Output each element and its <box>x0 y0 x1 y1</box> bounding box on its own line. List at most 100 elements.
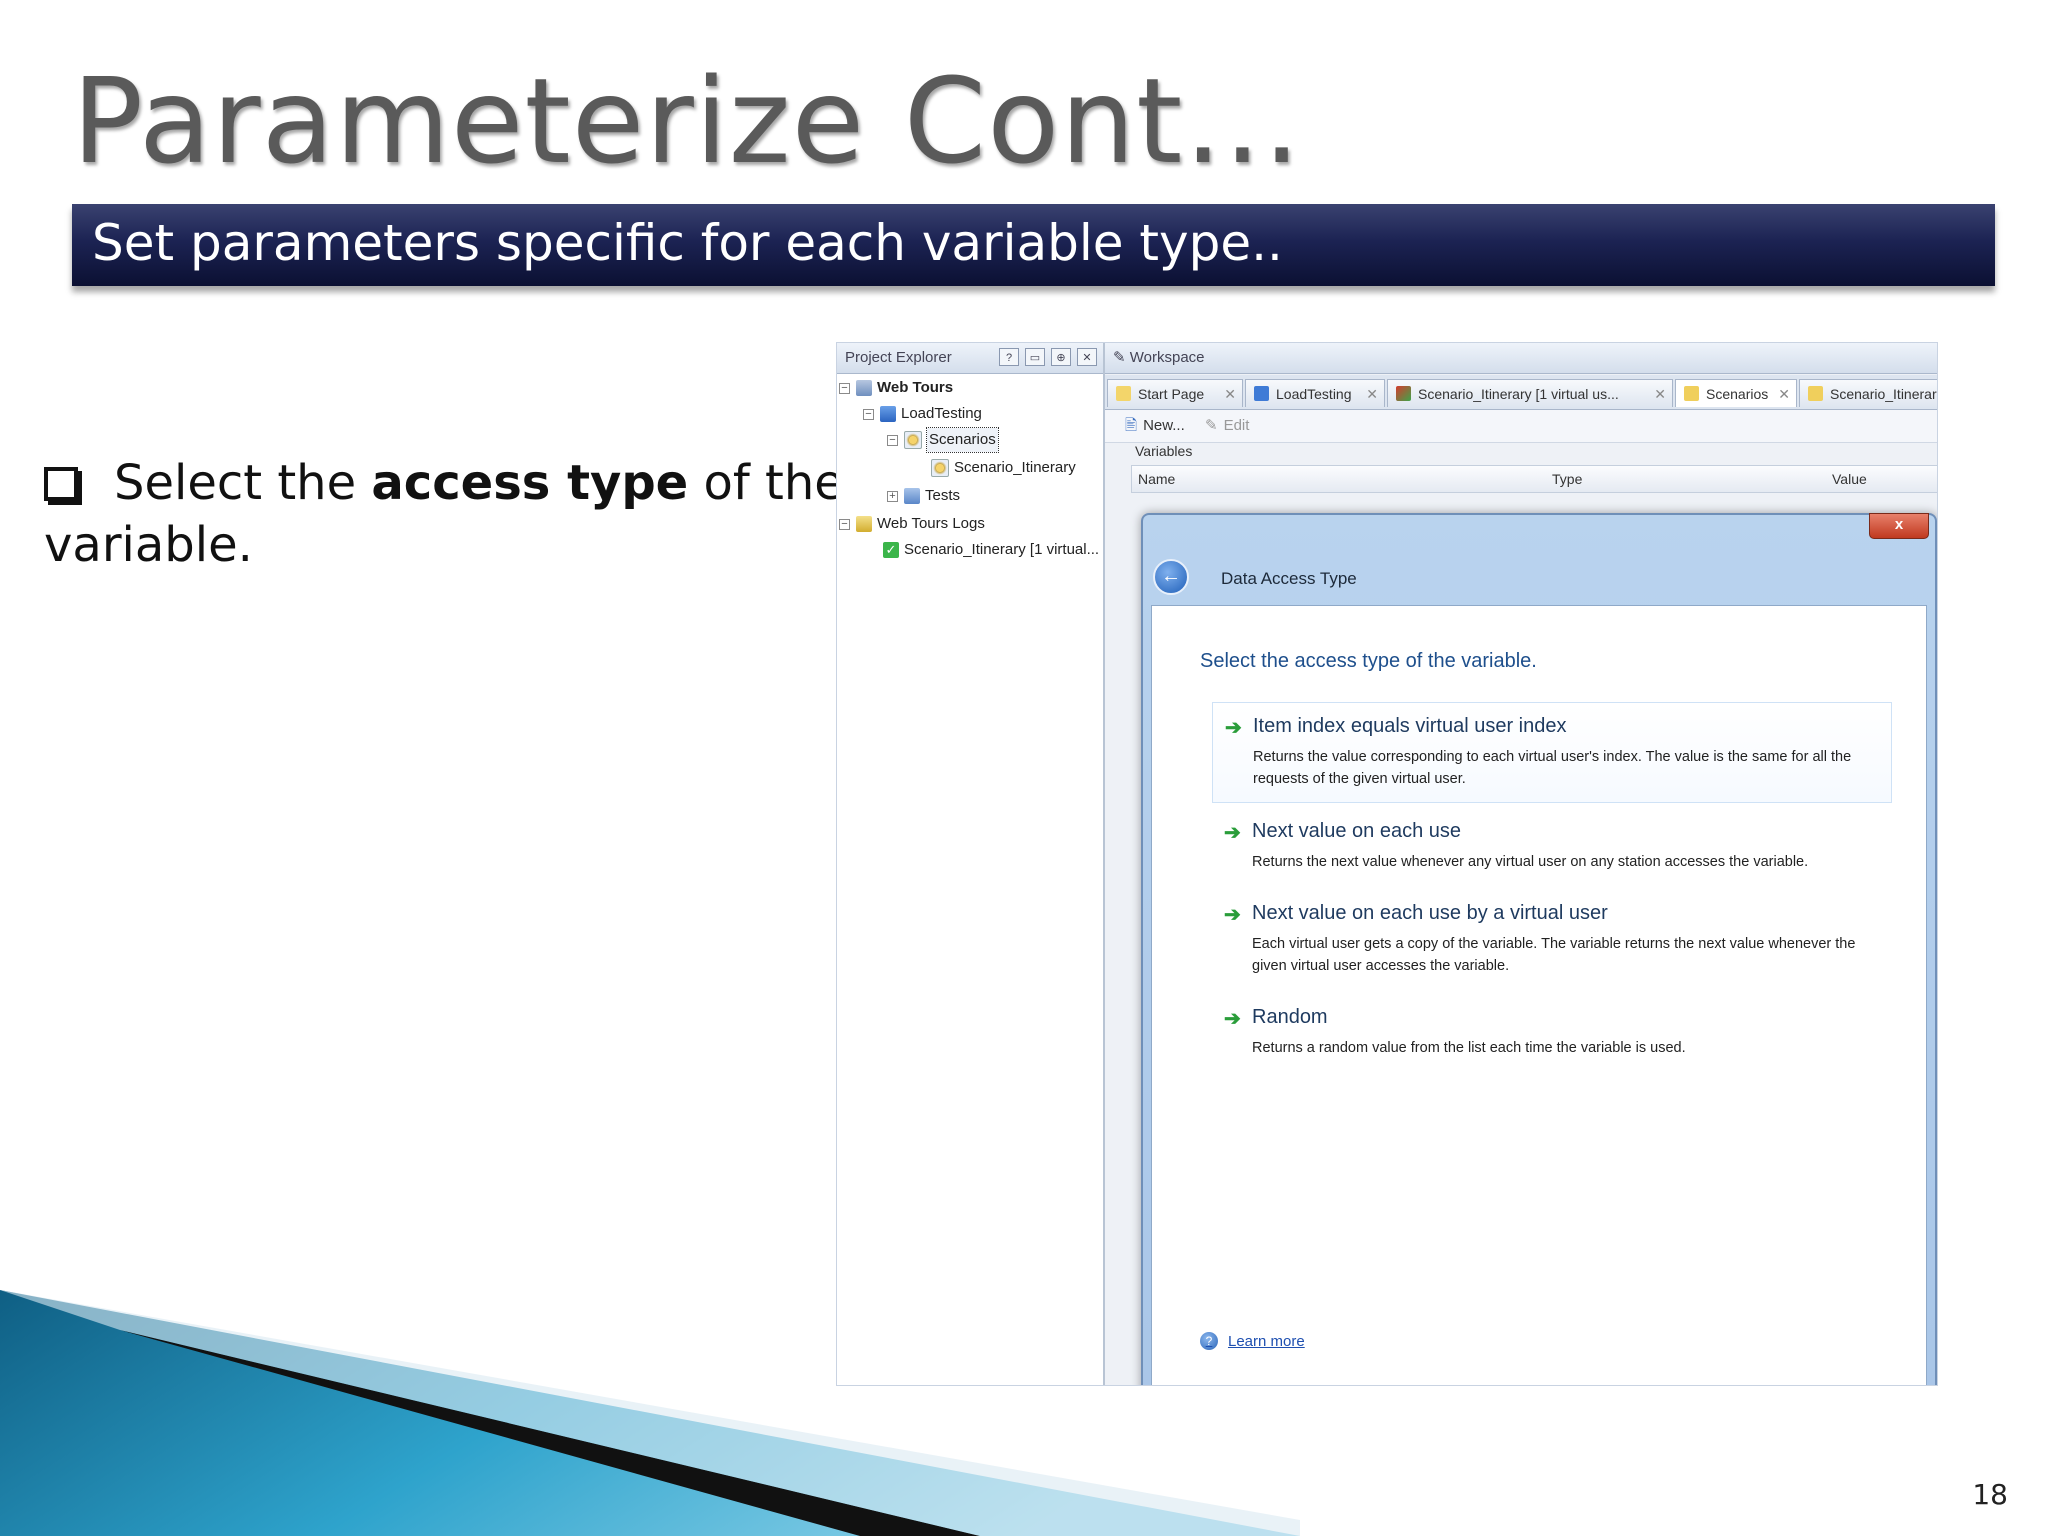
edit-icon: ✎ <box>1205 417 1218 434</box>
tab-loadtesting[interactable]: LoadTesting ✕ <box>1245 379 1385 407</box>
close-panel-button[interactable]: ✕ <box>1077 348 1097 366</box>
scenarios-icon <box>1684 386 1699 401</box>
tree-node-scenario-itinerary[interactable]: Scenario_Itinerary <box>931 456 1076 480</box>
bullet-bold: access type <box>371 455 689 511</box>
project-icon <box>856 380 872 396</box>
option-title: Next value on each use by a virtual user <box>1252 902 1608 924</box>
column-type[interactable]: Type <box>1552 466 1582 492</box>
option-title: Item index equals virtual user index <box>1253 715 1567 737</box>
collapse-icon[interactable]: − <box>839 518 850 530</box>
tree-node-scenarios[interactable]: − Scenarios <box>887 427 999 453</box>
help-button[interactable]: ? <box>999 348 1019 366</box>
edit-label: Edit <box>1223 417 1250 434</box>
check-icon: ✓ <box>883 542 899 558</box>
tab-label: Scenario_Itinerar <box>1830 386 1937 402</box>
option-random[interactable]: ➔ Random Returns a random value from the… <box>1212 994 1892 1071</box>
collapse-icon[interactable]: − <box>839 382 850 394</box>
dialog-prompt: Select the access type of the variable. <box>1200 650 1537 672</box>
collapse-icon[interactable]: − <box>863 408 874 420</box>
tab-scenarios[interactable]: Scenarios ✕ <box>1675 379 1797 407</box>
option-description: Returns a random value from the list eac… <box>1252 1040 1686 1056</box>
option-title: Random <box>1252 1006 1328 1028</box>
option-description: Returns the value corresponding to each … <box>1253 749 1852 787</box>
subtitle-text: Set parameters specific for each variabl… <box>92 214 1283 272</box>
dialog-title: Data Access Type <box>1221 569 1357 588</box>
green-arrow-icon: ➔ <box>1224 822 1241 844</box>
new-button[interactable]: 🖹 New... <box>1125 410 1185 442</box>
tree-label: Scenarios <box>926 427 999 453</box>
slide-title: Parameterize Cont… <box>72 52 1303 190</box>
green-arrow-icon: ➔ <box>1224 904 1241 926</box>
back-arrow-icon[interactable]: ← <box>1153 559 1189 595</box>
close-tab-icon[interactable]: ✕ <box>1366 380 1378 407</box>
bullet-prefix: Select the <box>114 455 372 511</box>
tab-label: Scenario_Itinerary [1 virtual us... <box>1418 386 1619 402</box>
edit-button[interactable]: ✎ Edit <box>1205 410 1249 442</box>
close-tab-icon[interactable]: ✕ <box>1224 380 1236 407</box>
help-icon: ? <box>1200 1332 1218 1350</box>
tree-node-web-tours-logs[interactable]: − Web Tours Logs <box>839 512 985 536</box>
option-next-value-each-use[interactable]: ➔ Next value on each use Returns the nex… <box>1212 808 1892 885</box>
app-screenshot: Project Explorer ? ▭ ⊕ ✕ − Web Tours − L… <box>836 342 1938 1386</box>
tree-label: Scenario_Itinerary <box>954 459 1076 476</box>
learn-more-label: Learn more <box>1228 1332 1305 1350</box>
collapse-icon[interactable]: − <box>887 434 898 446</box>
bullet-text: Select the access type of the variable. <box>44 452 844 576</box>
data-access-type-dialog: x ← Data Access Type Select the access t… <box>1141 513 1937 1385</box>
column-name[interactable]: Name <box>1138 466 1175 492</box>
option-description: Each virtual user gets a copy of the var… <box>1252 936 1856 974</box>
page-number: 18 <box>1972 1478 2008 1511</box>
users-icon <box>1396 386 1411 401</box>
option-next-value-by-virtual-user[interactable]: ➔ Next value on each use by a virtual us… <box>1212 890 1892 989</box>
close-tab-icon[interactable]: ✕ <box>1778 380 1790 407</box>
learn-more-link[interactable]: ? Learn more <box>1200 1332 1305 1350</box>
tab-start-page[interactable]: Start Page ✕ <box>1107 379 1243 407</box>
variables-toolbar: 🖹 New... ✎ Edit <box>1105 410 1937 443</box>
scenarios-icon <box>904 431 922 449</box>
green-arrow-icon: ➔ <box>1224 1008 1241 1030</box>
pin-button[interactable]: ⊕ <box>1051 348 1071 366</box>
tree-label: Tests <box>925 487 961 504</box>
column-value[interactable]: Value <box>1832 466 1867 492</box>
checkbox-bullet-icon <box>44 467 78 501</box>
green-arrow-icon: ➔ <box>1225 717 1242 739</box>
workspace-tabs: Start Page ✕ LoadTesting ✕ Scenario_Itin… <box>1105 375 1937 410</box>
tree-node-tests[interactable]: + Tests <box>887 484 960 508</box>
variables-grid-header: Name Type Value <box>1131 465 1937 493</box>
new-icon: 🖹 <box>1125 417 1138 434</box>
tree-node-web-tours[interactable]: − Web Tours <box>839 376 953 400</box>
project-explorer-title: Project Explorer <box>845 349 952 366</box>
option-item-index[interactable]: ➔ Item index equals virtual user index R… <box>1212 702 1892 803</box>
tree-node-log-item[interactable]: ✓ Scenario_Itinerary [1 virtual... <box>883 538 1099 562</box>
tab-label: LoadTesting <box>1276 386 1352 402</box>
tab-scenario-itinerary-2[interactable]: Scenario_Itinerar <box>1799 379 1937 407</box>
dialog-close-button[interactable]: x <box>1869 513 1929 539</box>
loadtesting-icon <box>880 406 896 422</box>
expand-icon[interactable]: + <box>887 490 898 502</box>
tree-label: Scenario_Itinerary [1 virtual... <box>904 541 1100 558</box>
tests-icon <box>904 488 920 504</box>
tree-node-loadtesting[interactable]: − LoadTesting <box>863 402 982 426</box>
variables-label: Variables <box>1135 443 1193 459</box>
tab-label: Scenarios <box>1706 386 1769 402</box>
start-page-icon <box>1116 386 1131 401</box>
logs-icon <box>856 516 872 532</box>
close-tab-icon[interactable]: ✕ <box>1654 380 1666 407</box>
new-label: New... <box>1143 417 1185 434</box>
workspace-panel: ✎ Workspace Start Page ✕ LoadTesting ✕ S… <box>1105 343 1937 1385</box>
project-explorer-header: Project Explorer ? ▭ ⊕ ✕ <box>837 343 1103 374</box>
pencil-icon: ✎ <box>1113 349 1130 366</box>
scenario-icon <box>931 459 949 477</box>
tab-scenario-itinerary[interactable]: Scenario_Itinerary [1 virtual us... ✕ <box>1387 379 1673 407</box>
subtitle-band: Set parameters specific for each variabl… <box>72 204 1995 286</box>
project-explorer-panel: Project Explorer ? ▭ ⊕ ✕ − Web Tours − L… <box>837 343 1105 1385</box>
window-button[interactable]: ▭ <box>1025 348 1045 366</box>
tree-label: Web Tours Logs <box>877 515 985 532</box>
dialog-body: Select the access type of the variable. … <box>1151 605 1927 1385</box>
option-title: Next value on each use <box>1252 820 1462 842</box>
workspace-title: Workspace <box>1129 349 1205 366</box>
workspace-header: ✎ Workspace <box>1105 343 1937 374</box>
tab-label: Start Page <box>1138 386 1205 402</box>
tree-label: LoadTesting <box>901 405 982 422</box>
option-description: Returns the next value whenever any virt… <box>1252 854 1809 870</box>
